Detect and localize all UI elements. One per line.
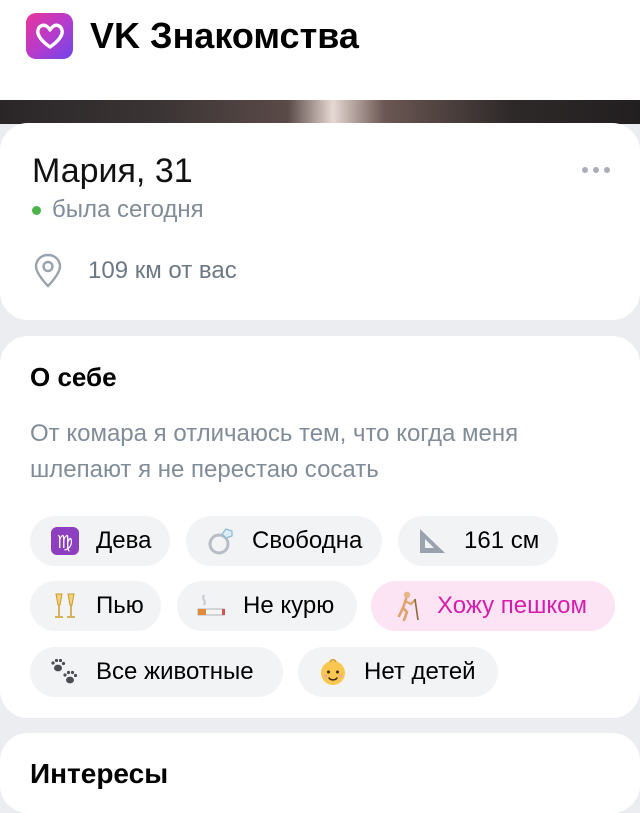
- chip-relationship[interactable]: Свободна: [186, 516, 382, 566]
- chip-label: Хожу пешком: [437, 592, 588, 619]
- more-options-icon[interactable]: [582, 163, 618, 177]
- chip-label: Нет детей: [364, 658, 476, 685]
- about-title: О себе: [30, 362, 117, 392]
- distance-text: 109 км от вас: [88, 257, 237, 284]
- profile-name-age: Мария, 31: [32, 152, 193, 190]
- svg-text:♍: ♍: [57, 532, 73, 553]
- about-text: От комара я отличаюсь тем, что когда мен…: [30, 420, 519, 483]
- profile-card: Мария, 31 была сегодня 109 км от вас: [0, 123, 640, 320]
- hiking-icon: [389, 589, 423, 623]
- interests-title: Интересы: [30, 758, 169, 789]
- profile-photo[interactable]: [0, 100, 640, 124]
- last-seen-status: была сегодня: [52, 196, 204, 223]
- chip-label: 161 см: [464, 527, 540, 554]
- chip-children[interactable]: Нет детей: [298, 647, 498, 697]
- chip-smoking[interactable]: Не курю: [177, 581, 357, 631]
- about-card: О себе От комара я отличаюсь тем, что ко…: [0, 336, 640, 718]
- chip-label: Свободна: [252, 527, 363, 554]
- paw-prints-icon: [48, 655, 82, 689]
- baby-icon: [316, 655, 350, 689]
- chip-height[interactable]: 161 см: [398, 516, 558, 566]
- chip-label: Дева: [96, 527, 152, 554]
- chip-label: Все животные: [96, 658, 254, 685]
- chip-pets[interactable]: Все животные: [30, 647, 283, 697]
- ruler-icon: [416, 524, 450, 558]
- chip-zodiac[interactable]: ♍ Дева: [30, 516, 170, 566]
- ring-icon: [204, 524, 238, 558]
- heart-logo-icon[interactable]: [26, 13, 73, 59]
- interests-card: Интересы: [0, 733, 640, 813]
- online-status-dot: [32, 206, 41, 215]
- champagne-icon: [48, 589, 82, 623]
- chip-label: Пью: [96, 592, 144, 619]
- app-title: VK Знакомства: [90, 15, 359, 56]
- app-header: VK Знакомства: [0, 0, 640, 103]
- chip-walking[interactable]: Хожу пешком: [371, 581, 615, 631]
- chip-label: Не курю: [243, 592, 335, 619]
- virgo-icon: ♍: [48, 524, 82, 558]
- location-pin-icon: [34, 253, 62, 288]
- chip-alcohol[interactable]: Пью: [30, 581, 161, 631]
- cigarette-icon: [195, 589, 229, 623]
